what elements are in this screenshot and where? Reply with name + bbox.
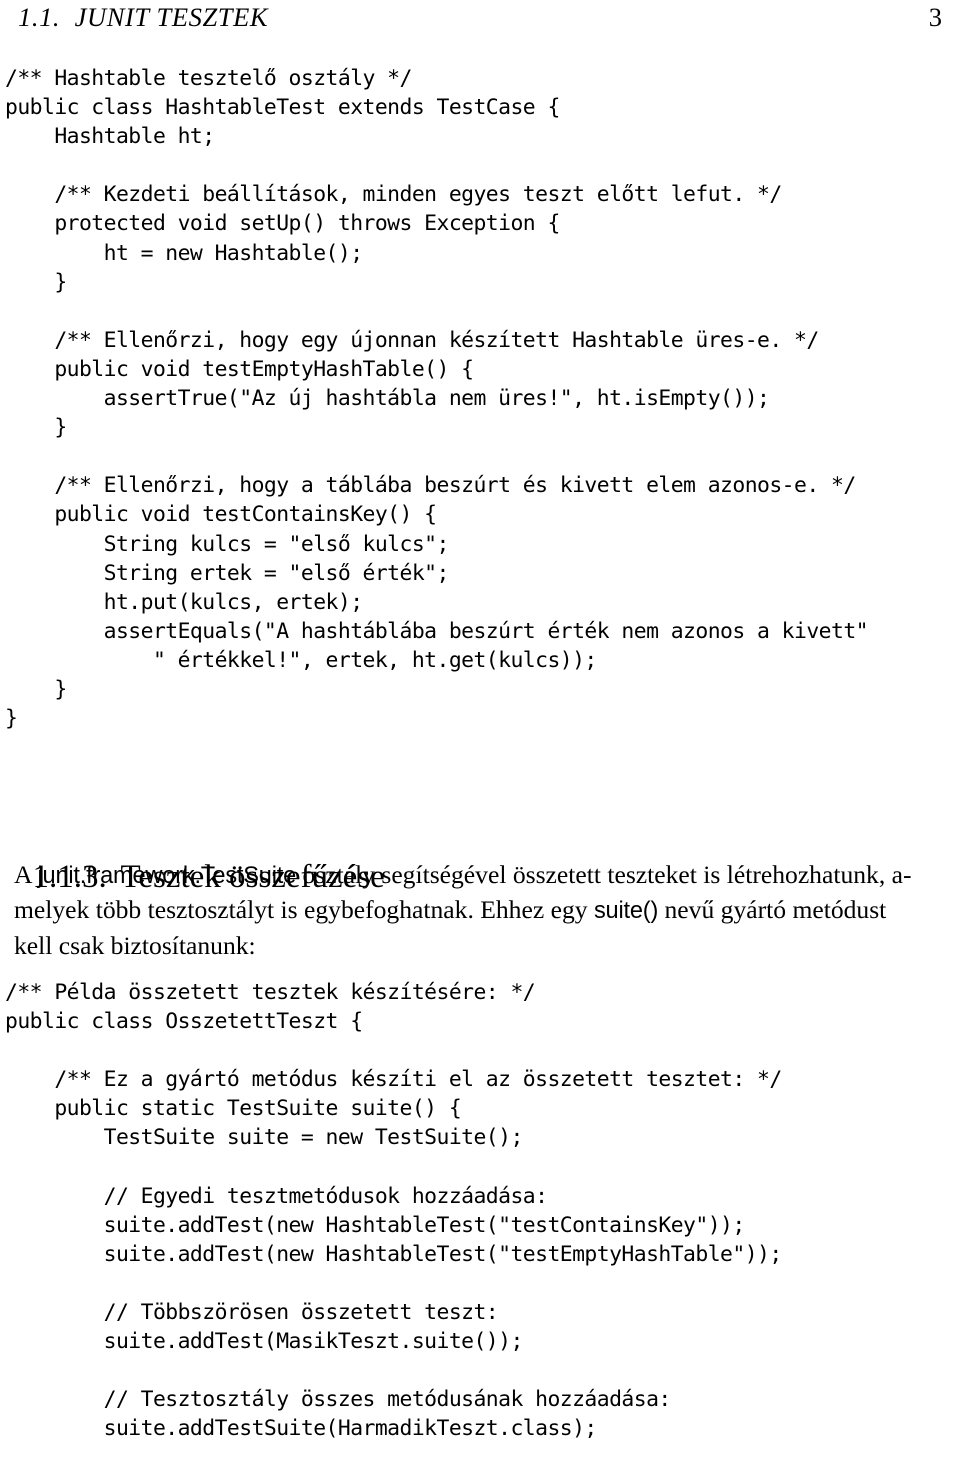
body-paragraph: A junit.framework.TestSuite osztály segí… (14, 858, 946, 962)
code-line: assertEquals("A hashtáblába beszúrt érté… (5, 618, 869, 644)
paragraph-line-2-post: nevű gyártó metódust (658, 895, 887, 925)
paragraph-line-1: A junit.framework.TestSuite osztály segí… (14, 858, 946, 893)
paragraph-line-3: kell csak biztosítanunk: (14, 930, 256, 960)
code-line: public static TestSuite suite() { (5, 1096, 462, 1122)
running-header-title: 1.1. JUNIT TESZTEK (18, 2, 269, 32)
paragraph-line-1-content: A junit.framework.TestSuite osztály segí… (14, 858, 912, 893)
paragraph-line-2: melyek több tesztosztályt is egybefoghat… (14, 893, 946, 928)
inline-code-testsuite: junit.framework.TestSuite (37, 863, 297, 889)
code-line: public void testEmptyHashTable() { (5, 356, 474, 382)
code-line: public class HashtableTest extends TestC… (5, 95, 560, 121)
code-line: protected void setUp() throws Exception … (5, 211, 560, 237)
code-line: ht.put(kulcs, ertek); (5, 589, 363, 615)
code-line: assertTrue("Az új hashtábla nem üres!", … (5, 386, 770, 412)
code-line: String kulcs = "első kulcs"; (5, 531, 450, 557)
code-line: suite.addTestSuite(HarmadikTeszt.class); (5, 1416, 598, 1442)
code-line: /** Példa összetett tesztek készítésére:… (5, 980, 536, 1005)
code-line: /** Ellenőrzi, hogy a táblába beszúrt és… (5, 473, 856, 499)
code-line: /** Hashtable tesztelő osztály */ (5, 66, 412, 91)
code-line: } (5, 706, 18, 732)
code-line: // Többszörösen összetett teszt: (5, 1300, 499, 1326)
code-listing-osszetettteszt: /** Példa összetett tesztek készítésére:… (5, 978, 782, 1444)
code-line: ht = new Hashtable(); (5, 240, 363, 266)
paragraph-line-2-pre: melyek több tesztosztályt is egybefoghat… (14, 895, 594, 925)
code-line: } (5, 415, 67, 441)
code-line: // Egyedi tesztmetódusok hozzáadása: (5, 1183, 548, 1209)
code-line: String ertek = "első érték"; (5, 560, 450, 586)
code-line: public void testContainsKey() { (5, 502, 437, 528)
paragraph-text-post: osztály segítségével összetett teszteket… (296, 860, 912, 889)
code-line: Hashtable ht; (5, 124, 215, 150)
code-line: /** Ellenőrzi, hogy egy újonnan készítet… (5, 327, 819, 353)
page-header: 1.1. JUNIT TESZTEK 3 (0, 0, 960, 40)
paragraph-text-pre: A (14, 860, 38, 889)
code-line: /** Ez a gyártó metódus készíti el az ös… (5, 1067, 782, 1093)
code-line: /** Kezdeti beállítások, minden egyes te… (5, 182, 782, 208)
code-line: } (5, 676, 67, 702)
code-line: public class OsszetettTeszt { (5, 1009, 363, 1035)
code-line: } (5, 269, 67, 295)
code-line: suite.addTest(new HashtableTest("testCon… (5, 1212, 746, 1238)
code-line: " értékkel!", ertek, ht.get(kulcs)); (5, 647, 597, 673)
code-line: // Tesztosztály összes metódusának hozzá… (5, 1387, 672, 1413)
code-listing-hashtabletest: /** Hashtable tesztelő osztály */ public … (5, 64, 869, 733)
code-line: suite.addTest(MasikTeszt.suite()); (5, 1329, 524, 1355)
page-number: 3 (928, 2, 942, 32)
code-line: suite.addTest(new HashtableTest("testEmp… (5, 1241, 783, 1267)
inline-code-suite-method: suite() (593, 898, 659, 925)
code-line: TestSuite suite = new TestSuite(); (5, 1125, 524, 1151)
